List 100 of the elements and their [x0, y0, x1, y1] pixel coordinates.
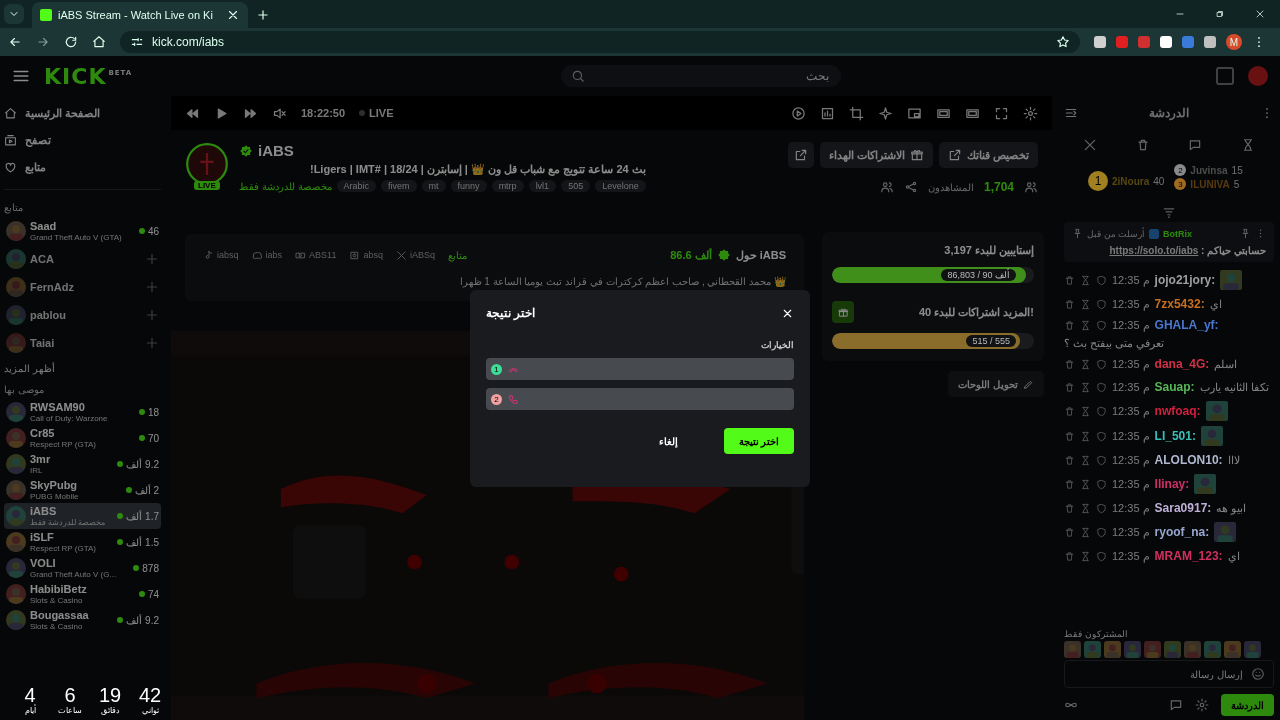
- report-button[interactable]: [787, 142, 814, 168]
- clips-icon[interactable]: [791, 105, 806, 121]
- follow-icon[interactable]: [879, 180, 894, 194]
- tag-chip[interactable]: lvl1: [528, 180, 557, 192]
- settings-icon[interactable]: [1023, 105, 1038, 121]
- kick-logo[interactable]: KICK$^{BETA}$: [44, 63, 133, 89]
- ban-icon[interactable]: [1096, 274, 1107, 286]
- ban-icon[interactable]: [1096, 298, 1107, 310]
- link[interactable]: https://solo.to/iabs: [1109, 245, 1199, 256]
- channel-item[interactable]: RWSAM90 Call of Duty: Warzone 18: [4, 399, 161, 425]
- emoji-icon[interactable]: [1251, 667, 1265, 681]
- social-link[interactable]: iABSq: [395, 249, 435, 261]
- stats-icon[interactable]: [820, 105, 835, 121]
- search-bar[interactable]: بحث: [561, 65, 842, 87]
- username[interactable]: 7zx5432:: [1154, 297, 1205, 311]
- trash-icon[interactable]: [1135, 138, 1150, 152]
- social-link[interactable]: iabsq: [203, 249, 239, 261]
- ban-icon[interactable]: [1096, 454, 1107, 466]
- ban-icon[interactable]: [1096, 502, 1107, 514]
- social-link[interactable]: ABS11: [295, 249, 337, 261]
- new-tab-icon[interactable]: [256, 8, 270, 22]
- chat-icon[interactable]: [1188, 138, 1203, 152]
- tag-chip[interactable]: mtrp: [491, 180, 524, 192]
- timeout-icon[interactable]: [1080, 358, 1091, 370]
- username[interactable]: nwfoaq:: [1154, 404, 1201, 418]
- share-icon[interactable]: [903, 180, 918, 194]
- delete-icon[interactable]: [1064, 478, 1075, 490]
- gift-button[interactable]: [832, 301, 854, 323]
- customize-channel-button[interactable]: تخصيص قناتك: [938, 142, 1038, 168]
- option-field[interactable]: 2: [486, 388, 794, 410]
- site-info-icon[interactable]: [130, 35, 144, 49]
- search-field[interactable]: بحث: [591, 68, 832, 84]
- message-input[interactable]: إرسال رسالة: [1064, 660, 1274, 688]
- settings-icon[interactable]: [1195, 698, 1209, 712]
- username[interactable]: LI_501:: [1154, 429, 1196, 443]
- ban-icon[interactable]: [1096, 381, 1107, 393]
- channel-item[interactable]: Taiai: [4, 329, 161, 357]
- timeout-icon[interactable]: [1080, 430, 1091, 442]
- username[interactable]: jojo21jory:: [1154, 273, 1216, 287]
- cancel-button[interactable]: إلغاء: [653, 434, 684, 448]
- ban-icon[interactable]: [1096, 526, 1107, 538]
- close-icon[interactable]: [226, 8, 240, 22]
- delete-icon[interactable]: [1064, 319, 1075, 331]
- channel-item[interactable]: FernAdz: [4, 273, 161, 301]
- picture-in-picture-icon[interactable]: [907, 105, 922, 121]
- timeout-icon[interactable]: [1080, 319, 1091, 331]
- timeout-icon[interactable]: [1080, 381, 1091, 393]
- convert-panels-button[interactable]: تحويل اللوحات: [948, 371, 1044, 397]
- delete-icon[interactable]: [1064, 502, 1075, 514]
- forward-icon[interactable]: [36, 35, 50, 49]
- option-field[interactable]: 1: [486, 358, 794, 380]
- crop-icon[interactable]: [849, 105, 864, 121]
- channel-name[interactable]: iABS: [258, 142, 294, 159]
- filter-icon[interactable]: [1162, 206, 1176, 220]
- nav-item[interactable]: متابع: [4, 154, 161, 181]
- delete-icon[interactable]: [1064, 454, 1075, 466]
- delete-icon[interactable]: [1064, 430, 1075, 442]
- browser-tab[interactable]: iABS Stream - Watch Live on Ki: [32, 2, 248, 28]
- user-avatar[interactable]: [1248, 66, 1268, 86]
- home-icon[interactable]: [92, 35, 106, 49]
- delete-icon[interactable]: [1064, 405, 1075, 417]
- ban-icon[interactable]: [1096, 478, 1107, 490]
- close-icon[interactable]: [1254, 8, 1266, 20]
- author-name[interactable]: BotRix: [1163, 228, 1192, 239]
- channel-item[interactable]: pablou: [4, 301, 161, 329]
- timeout-icon[interactable]: [1080, 526, 1091, 538]
- timeout-icon[interactable]: [1080, 550, 1091, 562]
- extension-icon[interactable]: [1204, 36, 1216, 48]
- restore-icon[interactable]: [1214, 8, 1226, 20]
- social-link[interactable]: absq: [349, 249, 383, 261]
- timeout-icon[interactable]: [1080, 502, 1091, 514]
- tag-chip[interactable]: Levelone: [595, 180, 646, 192]
- ban-icon[interactable]: [1096, 430, 1107, 442]
- delete-icon[interactable]: [1064, 358, 1075, 370]
- channel-item[interactable]: ACA: [4, 245, 161, 273]
- tag-chip[interactable]: fivem: [381, 180, 417, 192]
- tag-chip[interactable]: funny: [450, 180, 487, 192]
- delete-icon[interactable]: [1064, 298, 1075, 310]
- sparkle-icon[interactable]: [878, 105, 893, 121]
- show-more-link[interactable]: أظهر المزيد: [4, 363, 161, 374]
- tag-chip[interactable]: mt: [421, 180, 446, 192]
- ban-icon[interactable]: [1096, 358, 1107, 370]
- delete-icon[interactable]: [1064, 381, 1075, 393]
- ban-icon[interactable]: [1096, 319, 1107, 331]
- social-link[interactable]: iabs: [251, 249, 283, 261]
- fullscreen-icon[interactable]: [994, 105, 1009, 121]
- ban-icon[interactable]: [1096, 405, 1107, 417]
- collapse-icon[interactable]: [1064, 106, 1078, 120]
- category-link[interactable]: مخصصة للدردشة فقط: [239, 180, 332, 192]
- message-field[interactable]: إرسال رسالة: [1073, 667, 1245, 681]
- username[interactable]: MRAM_123:: [1154, 549, 1223, 563]
- nav-item[interactable]: الصفحة الرئيسية: [4, 100, 161, 127]
- username[interactable]: Sara0917:: [1154, 501, 1212, 515]
- timeout-icon[interactable]: [1080, 478, 1091, 490]
- username[interactable]: Sauap:: [1154, 380, 1195, 394]
- unpin-icon[interactable]: [1240, 228, 1251, 239]
- channel-item[interactable]: Saad Grand Theft Auto V (GTA) 46: [4, 217, 161, 245]
- ban-icon[interactable]: [1096, 550, 1107, 562]
- extension-icon[interactable]: [1094, 36, 1106, 48]
- chat-icon[interactable]: [1169, 698, 1183, 712]
